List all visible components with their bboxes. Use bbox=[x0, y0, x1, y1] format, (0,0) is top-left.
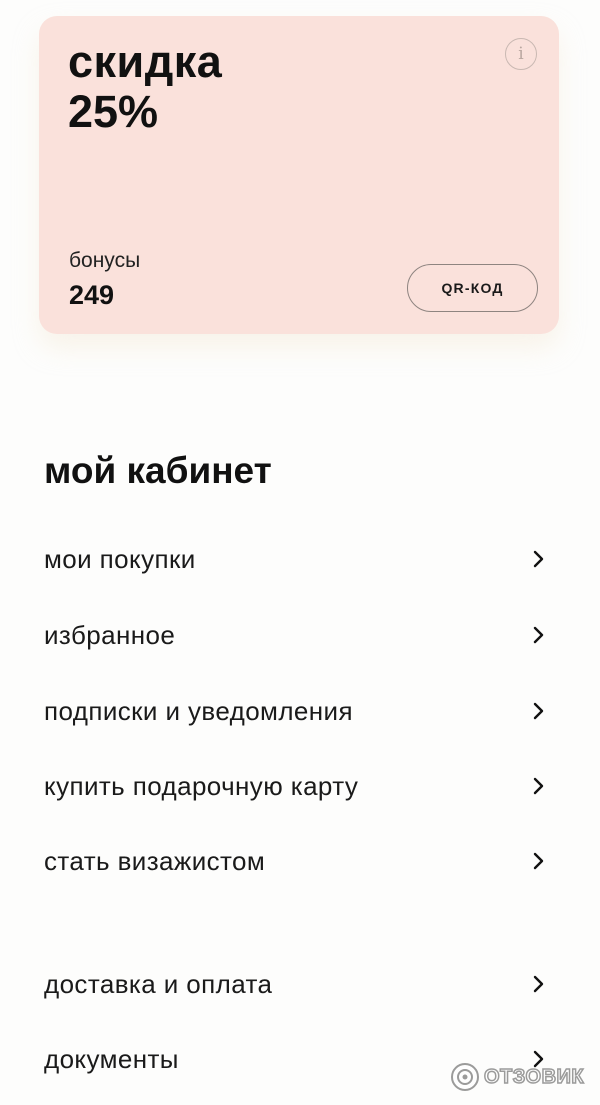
chevron-right-icon bbox=[533, 702, 544, 720]
chevron-right-icon bbox=[533, 626, 544, 644]
menu-item-label: стать визажистом bbox=[44, 846, 266, 876]
bonus-value: 249 bbox=[69, 280, 115, 310]
menu-item-become-makeup-artist[interactable]: стать визажистом bbox=[0, 832, 600, 892]
menu-item-label: доставка и оплата bbox=[44, 969, 273, 999]
discount-value: 25% bbox=[68, 86, 159, 137]
menu-item-gift-card[interactable]: купить подарочную карту bbox=[0, 757, 600, 817]
menu-item-label: документы bbox=[44, 1044, 179, 1074]
watermark-emblem-icon bbox=[451, 1063, 479, 1091]
info-icon[interactable]: i bbox=[505, 38, 537, 70]
profile-screen: скидка 25% i бонусы 249 QR-КОД мой кабин… bbox=[0, 0, 600, 1105]
chevron-right-icon bbox=[533, 852, 544, 870]
watermark-logo: ОТЗОВИК bbox=[450, 1059, 584, 1095]
menu-item-subscriptions[interactable]: подписки и уведомления bbox=[0, 682, 600, 742]
discount-title: скидка bbox=[68, 36, 223, 87]
menu-item-label: избранное bbox=[44, 620, 176, 650]
menu-item-my-purchases[interactable]: мои покупки bbox=[0, 530, 600, 590]
section-title-my-account: мой кабинет bbox=[44, 450, 272, 491]
chevron-right-icon bbox=[533, 975, 544, 993]
loyalty-card: скидка 25% i бонусы 249 QR-КОД bbox=[39, 16, 559, 334]
chevron-right-icon bbox=[533, 777, 544, 795]
watermark-text: ОТЗОВИК bbox=[483, 1065, 585, 1089]
menu-item-label: подписки и уведомления bbox=[44, 696, 353, 726]
qr-code-button[interactable]: QR-КОД bbox=[407, 264, 538, 312]
bonus-label: бонусы bbox=[69, 249, 141, 272]
menu-item-label: мои покупки bbox=[44, 544, 196, 574]
chevron-right-icon bbox=[533, 550, 544, 568]
menu-item-label: купить подарочную карту bbox=[44, 771, 359, 801]
menu-item-favorites[interactable]: избранное bbox=[0, 606, 600, 666]
menu-item-delivery-payment[interactable]: доставка и оплата bbox=[0, 955, 600, 1015]
